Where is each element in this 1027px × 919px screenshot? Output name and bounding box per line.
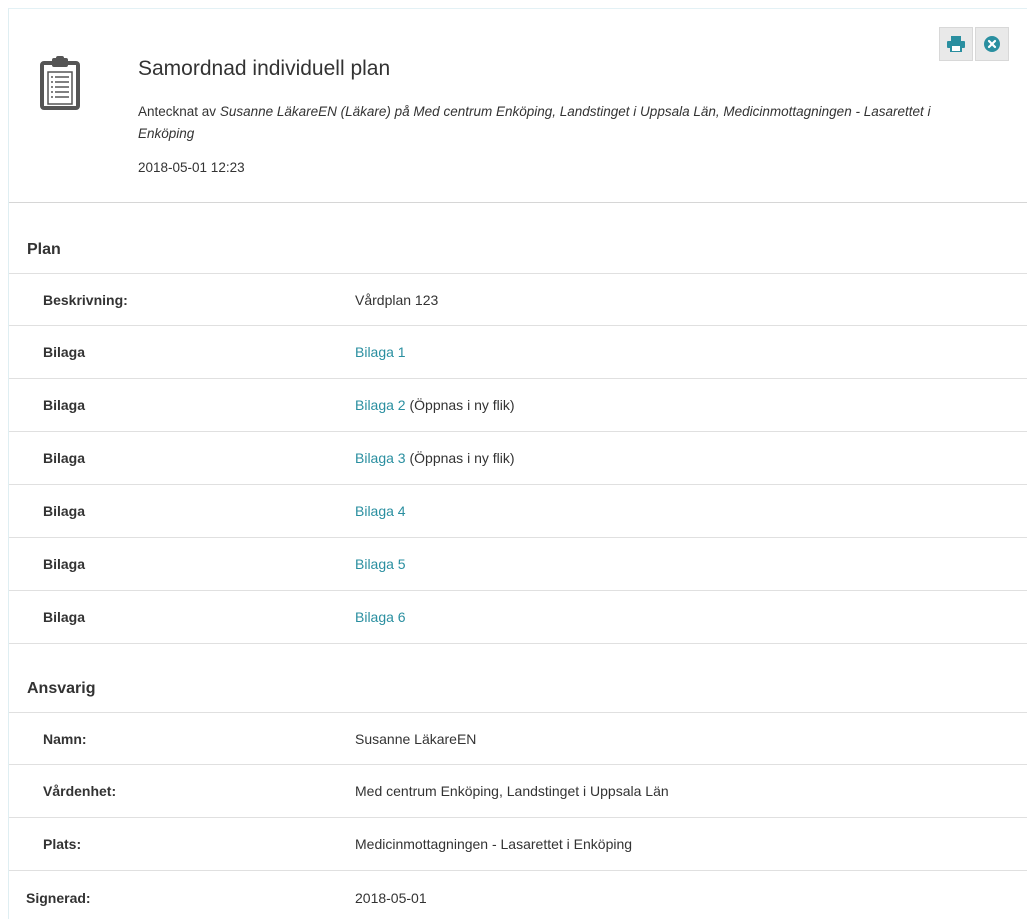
row-label: Bilaga (43, 609, 86, 625)
row-label: Bilaga (43, 503, 86, 519)
bilaga-4-link[interactable]: Bilaga 4 (355, 503, 406, 519)
bilaga-5-link[interactable]: Bilaga 5 (355, 556, 406, 572)
plan-row-bilaga-2: Bilaga Bilaga 2 (Öppnas i ny flik) (9, 379, 1027, 432)
new-tab-note: (Öppnas i ny flik) (405, 450, 515, 466)
new-tab-note: (Öppnas i ny flik) (405, 397, 515, 413)
timestamp: 2018-05-01 12:23 (138, 160, 245, 175)
plan-row-bilaga-4: Bilaga Bilaga 4 (9, 485, 1027, 538)
row-value: Medicinmottagningen - Lasarettet i Enköp… (355, 836, 633, 852)
row-value: Susanne LäkareEN (355, 731, 477, 747)
bilaga-2-link[interactable]: Bilaga 2 (355, 397, 406, 413)
row-label: Bilaga (43, 556, 86, 572)
author-info: Antecknat av Susanne LäkareEN (Läkare) p… (138, 101, 938, 145)
plan-row-bilaga-5: Bilaga Bilaga 5 (9, 538, 1027, 591)
signerad-label: Signerad: (26, 890, 91, 906)
print-icon (947, 36, 965, 52)
row-label: Bilaga (43, 450, 86, 466)
plan-row-bilaga-1: Bilaga Bilaga 1 (9, 326, 1027, 379)
plan-row-beskrivning: Beskrivning: Vårdplan 123 (9, 273, 1027, 326)
plan-row-bilaga-3: Bilaga Bilaga 3 (Öppnas i ny flik) (9, 432, 1027, 485)
close-button[interactable] (975, 27, 1009, 61)
signerad-value: 2018-05-01 (355, 890, 427, 906)
ansvarig-row-vardenhet: Vårdenhet: Med centrum Enköping, Landsti… (9, 765, 1027, 818)
bilaga-6-link[interactable]: Bilaga 6 (355, 609, 406, 625)
print-button[interactable] (939, 27, 973, 61)
row-label: Bilaga (43, 344, 86, 360)
page-title: Samordnad individuell plan (138, 57, 391, 80)
plan-row-bilaga-6: Bilaga Bilaga 6 (9, 591, 1027, 644)
row-value: Vårdplan 123 (355, 292, 439, 308)
author-details: Susanne LäkareEN (Läkare) på Med centrum… (138, 104, 931, 141)
row-label: Plats: (43, 836, 82, 852)
bilaga-1-link[interactable]: Bilaga 1 (355, 344, 406, 360)
row-value: Med centrum Enköping, Landstinget i Upps… (355, 783, 669, 799)
author-prefix: Antecknat av (138, 104, 217, 119)
document-header: Samordnad individuell plan Antecknat av … (9, 9, 1027, 203)
row-label: Beskrivning: (43, 292, 128, 308)
row-label: Bilaga (43, 397, 86, 413)
ansvarig-row-plats: Plats: Medicinmottagningen - Lasarettet … (9, 818, 1027, 871)
bilaga-3-link[interactable]: Bilaga 3 (355, 450, 406, 466)
clipboard-icon (40, 56, 80, 110)
row-label: Namn: (43, 731, 87, 747)
close-circle-icon (984, 36, 1000, 52)
plan-section-title: Plan (27, 241, 61, 258)
ansvarig-row-namn: Namn: Susanne LäkareEN (9, 712, 1027, 765)
row-label: Vårdenhet: (43, 783, 117, 799)
document-panel: Samordnad individuell plan Antecknat av … (8, 8, 1027, 919)
ansvarig-section-title: Ansvarig (27, 680, 96, 697)
